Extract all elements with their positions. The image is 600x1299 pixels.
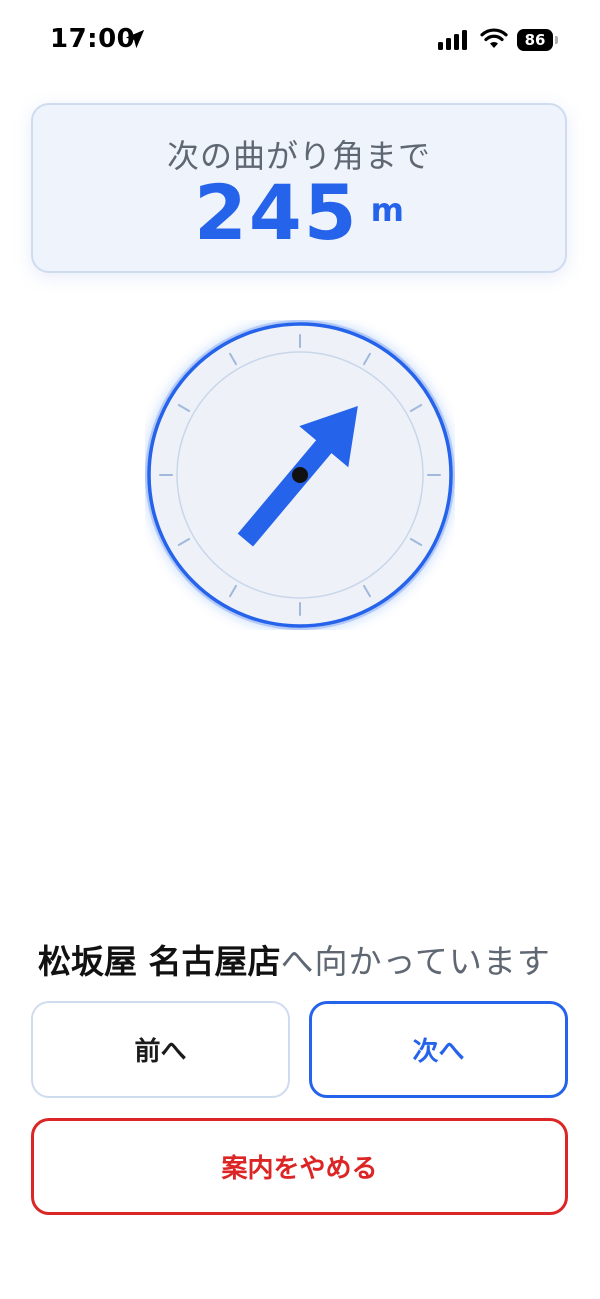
location-arrow-icon [125, 29, 145, 49]
distance-unit: m [370, 191, 404, 229]
stop-guidance-label: 案内をやめる [221, 1154, 378, 1184]
distance-card: 次の曲がり角まで 245 m [31, 103, 567, 273]
distance-value-row: 245 m [33, 175, 565, 251]
distance-value: 245 [194, 168, 359, 257]
wifi-icon [480, 28, 508, 48]
prev-button-label: 前へ [134, 1037, 187, 1067]
destination-name: 松坂屋 名古屋店 [38, 942, 281, 981]
battery-nub [555, 36, 558, 44]
battery-icon: 86 [517, 29, 553, 51]
battery-level: 86 [524, 31, 546, 49]
direction-compass [145, 320, 455, 630]
next-button-label: 次へ [412, 1037, 465, 1067]
next-button[interactable]: 次へ [309, 1001, 568, 1098]
status-bar: 17:00 86 [0, 0, 600, 80]
destination-suffix: へ向かっています [280, 942, 551, 981]
cellular-signal-icon [438, 30, 467, 50]
stop-guidance-button[interactable]: 案内をやめる [31, 1118, 568, 1215]
prev-button[interactable]: 前へ [31, 1001, 290, 1098]
status-time: 17:00 [50, 24, 136, 54]
destination-line: 松坂屋 名古屋店へ向かっています [38, 935, 578, 983]
compass-center-dot [292, 467, 308, 483]
